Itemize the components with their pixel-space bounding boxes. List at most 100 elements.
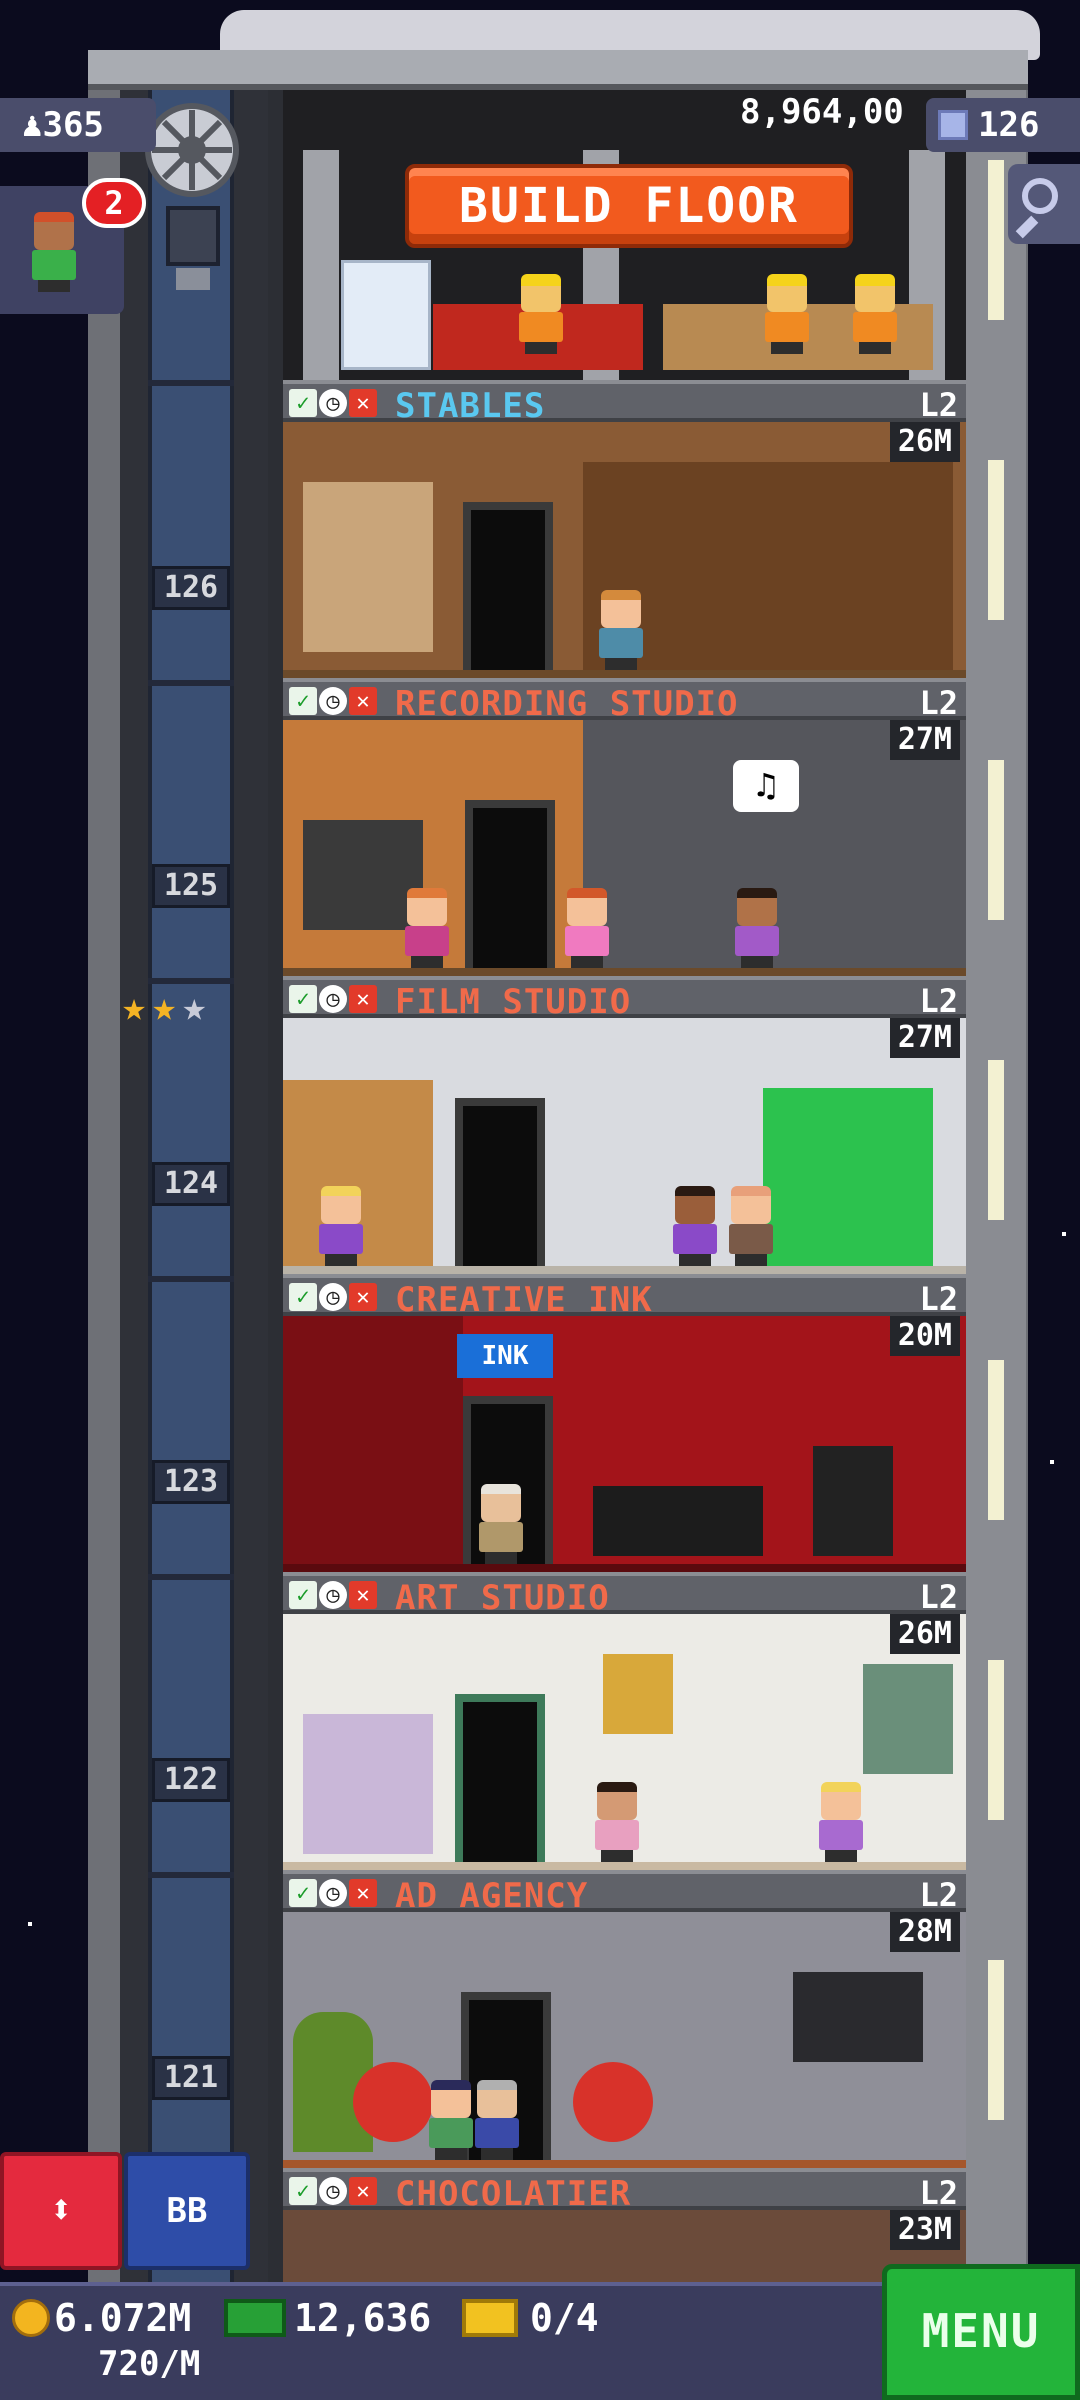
floor-counter[interactable]: 126 [926, 98, 1080, 152]
checkmark-icon: ✓ [289, 1879, 317, 1907]
close-icon: ✕ [349, 389, 377, 417]
bitizen[interactable] [313, 1186, 369, 1266]
bitizen[interactable] [559, 888, 615, 968]
coins-value: 6.072M [54, 2296, 192, 2340]
tower-roof [88, 50, 1028, 90]
window-light [988, 1360, 1004, 1520]
checkmark-icon: ✓ [289, 1283, 317, 1311]
clock-icon: ◷ [319, 1879, 347, 1907]
steel-beam [303, 150, 339, 390]
bitbook-button[interactable]: BB [124, 2152, 250, 2270]
floor-ad-agency[interactable]: ✓ ◷ ✕ AD AGENCY L2 28M [283, 1870, 966, 2168]
green-screen [763, 1088, 933, 1268]
floor-header[interactable]: ✓ ◷ ✕ STABLES L2 [283, 380, 966, 426]
close-icon: ✕ [349, 2177, 377, 2205]
floor-room[interactable] [283, 422, 966, 678]
floor-status-icons: ✓ ◷ ✕ [289, 687, 377, 715]
bitizen[interactable] [813, 1782, 869, 1862]
build-floor-button[interactable]: BUILD FLOOR [405, 164, 853, 248]
floor-room[interactable] [283, 2210, 966, 2282]
search-button[interactable] [1008, 164, 1080, 244]
star-empty-icon: ★ [182, 984, 207, 1030]
bitizen[interactable] [593, 590, 649, 670]
floor-level: L2 [919, 1876, 958, 1914]
floor-room[interactable] [283, 1614, 966, 1870]
floor-room[interactable]: ♫ [283, 720, 966, 976]
close-icon: ✕ [349, 687, 377, 715]
floor-door [463, 502, 553, 672]
bitizen[interactable] [589, 1782, 645, 1862]
bitizen[interactable] [667, 1186, 723, 1266]
bitizen[interactable] [469, 2080, 525, 2160]
storage-shelf [303, 482, 433, 652]
floor-income: 20M [889, 1316, 960, 1356]
egg-chair [353, 2062, 433, 2142]
glass-block [341, 260, 431, 370]
floor-header[interactable]: ✓ ◷ ✕ RECORDING STUDIO L2 [283, 678, 966, 724]
floor-name: AD AGENCY [395, 1876, 589, 1916]
bitizen[interactable] [723, 1186, 779, 1266]
floor-header[interactable]: ✓ ◷ ✕ AD AGENCY L2 [283, 1870, 966, 1916]
top-coins: 8,964,00 [740, 92, 904, 132]
elevator-floor-label: 123 [152, 1460, 230, 1504]
floor-header[interactable]: ✓ ◷ ✕ ART STUDIO L2 [283, 1572, 966, 1618]
floor-level: L2 [919, 1280, 958, 1318]
floor-income: 26M [889, 1614, 960, 1654]
elevator-floor-label: 125 [152, 864, 230, 908]
window-light [988, 460, 1004, 620]
bitizen[interactable] [399, 888, 455, 968]
floor-income: 27M [889, 720, 960, 760]
close-icon: ✕ [349, 1283, 377, 1311]
floor-status-icons: ✓ ◷ ✕ [289, 1581, 377, 1609]
floor-header[interactable]: ✓ ◷ ✕ CREATIVE INK L2 [283, 1274, 966, 1320]
shaft-divider [148, 680, 234, 686]
ink-sign: INK [457, 1334, 553, 1378]
construction-worker [847, 274, 903, 354]
search-icon [1022, 178, 1058, 214]
construction-worker [759, 274, 815, 354]
window-light [988, 1060, 1004, 1220]
floor-room[interactable]: INK [283, 1316, 966, 1572]
floor-level: L2 [919, 684, 958, 722]
bitizen[interactable] [729, 888, 785, 968]
floor-status-icons: ✓ ◷ ✕ [289, 2177, 377, 2205]
menu-button[interactable]: MENU [882, 2264, 1080, 2400]
floor-chocolatier[interactable]: ✓ ◷ ✕ CHOCOLATIER L2 23M [283, 2168, 966, 2282]
floor-name: STABLES [395, 386, 546, 426]
floor-creative-ink[interactable]: INK ✓ ◷ ✕ CREATIVE INK L2 20M [283, 1274, 966, 1572]
floor-room[interactable] [283, 1018, 966, 1274]
golden-tickets-display[interactable]: 0/4 [462, 2296, 599, 2340]
person-icon: ♟ [22, 105, 43, 145]
floor-recording-studio[interactable]: ♫ ✓ ◷ ✕ RECORDING STUDIO L2 27M [283, 678, 966, 976]
elevator-button[interactable]: ⬍ [0, 2152, 122, 2270]
tickets-value: 0/4 [530, 2296, 599, 2340]
floor-status-icons: ✓ ◷ ✕ [289, 1879, 377, 1907]
bitizen-avatar [26, 212, 82, 292]
floor-header[interactable]: ✓ ◷ ✕ FILM STUDIO L2 [283, 976, 966, 1022]
floor-room[interactable] [283, 1912, 966, 2168]
floor-name: FILM STUDIO [395, 982, 632, 1022]
presentation-screen [793, 1972, 923, 2062]
shaft-divider [148, 380, 234, 386]
floor-ground [283, 2160, 966, 2168]
close-icon: ✕ [349, 985, 377, 1013]
bux-display[interactable]: 12,636 [224, 2296, 431, 2340]
floor-count-value: 126 [978, 105, 1040, 145]
coin-icon [12, 2299, 50, 2337]
black-sofa [593, 1486, 763, 1556]
floor-stables[interactable]: ✓ ◷ ✕ STABLES L2 26M [283, 380, 966, 678]
floor-income: 27M [889, 1018, 960, 1058]
floor-ground [283, 1862, 966, 1870]
coins-display: 6.072M [12, 2296, 191, 2340]
checkmark-icon: ✓ [289, 1581, 317, 1609]
floor-header[interactable]: ✓ ◷ ✕ CHOCOLATIER L2 [283, 2168, 966, 2214]
bitizen[interactable] [473, 1484, 529, 1564]
floor-art-studio[interactable]: ✓ ◷ ✕ ART STUDIO L2 26M [283, 1572, 966, 1870]
floor-film-studio[interactable]: ✓ ◷ ✕ FILM STUDIO L2 27M [283, 976, 966, 1274]
floor-ground [283, 968, 966, 976]
floor-door [455, 1694, 545, 1864]
population-counter[interactable]: ♟365 [0, 98, 156, 152]
construction-worker [513, 274, 569, 354]
elevator-floor-label: 124 [152, 1162, 230, 1206]
floor-income: 23M [889, 2210, 960, 2250]
